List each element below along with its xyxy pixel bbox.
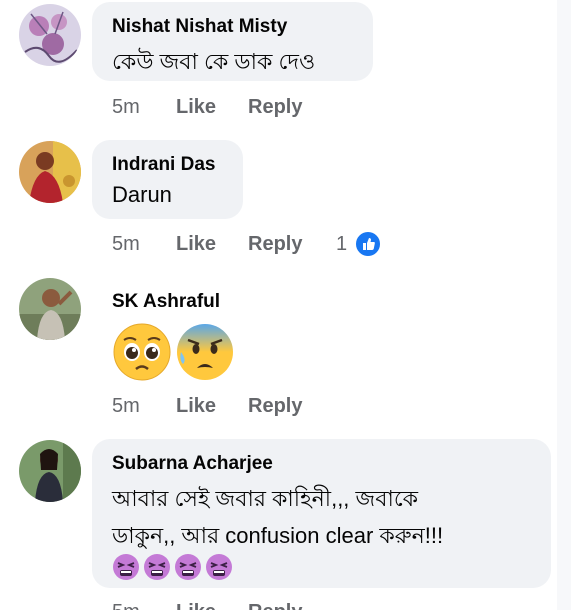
- comment-actions: 5m Like Reply: [112, 233, 362, 259]
- comment-text: Darun: [112, 182, 172, 207]
- comment-text-line: ডাকুন,, আর confusion clear করুন!!!: [112, 523, 444, 548]
- anxious-face-icon: [175, 322, 235, 382]
- like-button[interactable]: Like: [176, 96, 216, 119]
- avatar[interactable]: [19, 278, 81, 340]
- reply-button[interactable]: Reply: [248, 96, 302, 119]
- comment-text: কেউ জবা কে ডাক দেও: [112, 49, 316, 74]
- comment-timestamp: 5m: [112, 395, 140, 417]
- comment-author[interactable]: Subarna Acharjee: [112, 453, 273, 475]
- like-button[interactable]: Like: [176, 233, 216, 256]
- comment-actions: 5m Like Reply: [112, 601, 362, 610]
- reply-button[interactable]: Reply: [248, 395, 302, 418]
- pleading-face-icon: [112, 322, 172, 382]
- avatar[interactable]: [19, 4, 81, 66]
- comment-timestamp: 5m: [112, 601, 140, 610]
- avatar[interactable]: [19, 141, 81, 203]
- comment-actions: 5m Like Reply: [112, 96, 362, 122]
- tired-face-icon: [205, 553, 233, 581]
- like-button[interactable]: Like: [176, 395, 216, 418]
- tired-face-icon: [112, 553, 140, 581]
- comment-author[interactable]: SK Ashraful: [112, 291, 220, 313]
- reaction-count[interactable]: 1: [336, 233, 347, 256]
- like-reaction-icon[interactable]: [354, 230, 382, 258]
- tired-face-icon: [174, 553, 202, 581]
- comment-timestamp: 5m: [112, 96, 140, 118]
- reply-button[interactable]: Reply: [248, 233, 302, 256]
- scrollbar-track[interactable]: [557, 0, 571, 610]
- reply-button[interactable]: Reply: [248, 601, 302, 610]
- avatar[interactable]: [19, 440, 81, 502]
- like-button[interactable]: Like: [176, 601, 216, 610]
- comment-text-line: আবার সেই জবার কাহিনী,,, জবাকে: [112, 486, 419, 511]
- tired-face-icon: [143, 553, 171, 581]
- comment-author[interactable]: Nishat Nishat Misty: [112, 16, 287, 38]
- comment-author[interactable]: Indrani Das: [112, 154, 215, 176]
- comment-timestamp: 5m: [112, 233, 140, 255]
- comment-actions: 5m Like Reply: [112, 395, 362, 421]
